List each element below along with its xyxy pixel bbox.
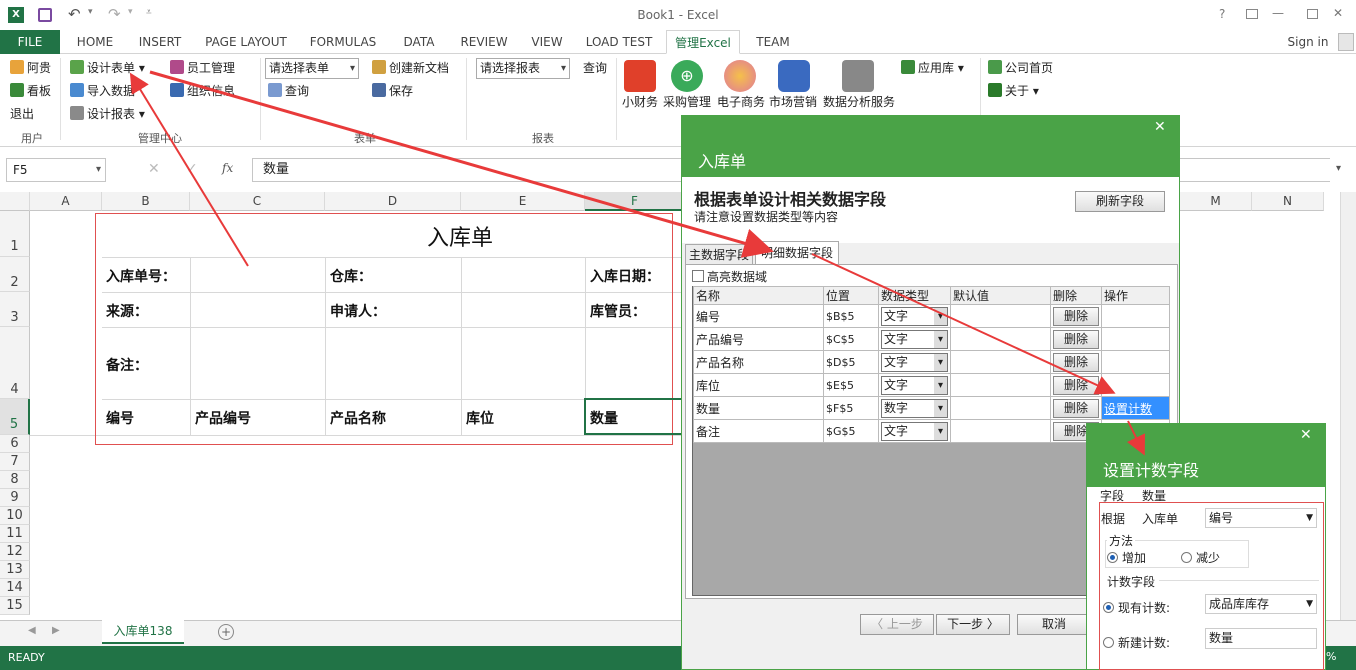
annotation-arrows — [129, 70, 1146, 456]
arrow-to-design-form — [129, 72, 249, 267]
arrow-to-set-count — [811, 253, 1116, 395]
arrow-to-detail-tab — [149, 70, 774, 258]
arrow-to-count-dialog — [1127, 420, 1146, 456]
